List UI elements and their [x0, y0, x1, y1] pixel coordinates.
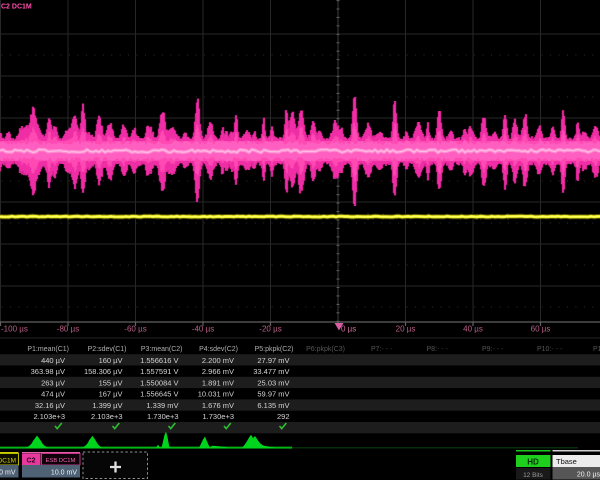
svg-text:P5:pkpk(C2): P5:pkpk(C2) — [255, 346, 294, 353]
svg-text:P10:- - -: P10:- - - — [537, 346, 563, 353]
svg-text:P8:- - -: P8:- - - — [427, 346, 449, 353]
svg-text:0 mV: 0 mV — [0, 470, 16, 477]
svg-text:1.556616 V: 1.556616 V — [140, 356, 178, 365]
svg-text:P9:- - -: P9:- - - — [482, 346, 504, 353]
svg-text:60 µs: 60 µs — [531, 325, 551, 334]
svg-text:-80 µs: -80 µs — [57, 325, 79, 334]
svg-text:474 µV: 474 µV — [41, 390, 65, 399]
svg-text:263 µV: 263 µV — [41, 378, 65, 387]
svg-text:P3:mean(C2): P3:mean(C2) — [141, 346, 183, 353]
svg-text:-60 µs: -60 µs — [124, 325, 146, 334]
svg-text:P6:pkpk(C3): P6:pkpk(C3) — [306, 346, 345, 353]
svg-text:2.200 mV: 2.200 mV — [202, 356, 234, 365]
svg-text:Tbase: Tbase — [556, 457, 577, 466]
svg-text:25.03 mV: 25.03 mV — [257, 378, 289, 387]
svg-text:33.477 mV: 33.477 mV — [253, 367, 289, 376]
svg-text:59.97 mV: 59.97 mV — [257, 390, 289, 399]
svg-text:10.0 mV: 10.0 mV — [51, 470, 77, 477]
svg-text:1.550084 V: 1.550084 V — [140, 378, 178, 387]
svg-text:2.103e+3: 2.103e+3 — [34, 412, 66, 421]
svg-text:-20 µs: -20 µs — [259, 325, 281, 334]
svg-text:1.730e+3: 1.730e+3 — [147, 412, 179, 421]
svg-text:440 µV: 440 µV — [41, 356, 65, 365]
svg-text:1.556645 V: 1.556645 V — [140, 390, 178, 399]
svg-text:2.103e+3: 2.103e+3 — [91, 412, 123, 421]
svg-text:-40 µs: -40 µs — [192, 325, 214, 334]
svg-text:1.676 mV: 1.676 mV — [202, 401, 234, 410]
svg-text:1.399 µV: 1.399 µV — [92, 401, 122, 410]
svg-text:158.306 µV: 158.306 µV — [84, 367, 123, 376]
svg-text:32.16 µV: 32.16 µV — [35, 401, 65, 410]
svg-text:1.557591 V: 1.557591 V — [140, 367, 178, 376]
svg-text:363.98 µV: 363.98 µV — [31, 367, 65, 376]
svg-text:0 µs: 0 µs — [341, 325, 356, 334]
svg-text:20 µs: 20 µs — [396, 325, 416, 334]
svg-text:155 µV: 155 µV — [99, 378, 123, 387]
svg-text:1.891 mV: 1.891 mV — [202, 378, 234, 387]
svg-text:P2:sdev(C1): P2:sdev(C1) — [88, 346, 127, 353]
svg-text:1.339 mV: 1.339 mV — [146, 401, 178, 410]
svg-text:27.97 mV: 27.97 mV — [257, 356, 289, 365]
svg-text:HD: HD — [527, 458, 539, 467]
svg-text:2.966 mV: 2.966 mV — [202, 367, 234, 376]
svg-text:P11- - -: P11- - - — [593, 346, 600, 353]
svg-text:1.730e+3: 1.730e+3 — [203, 412, 235, 421]
svg-text:DC1M: DC1M — [0, 458, 16, 465]
svg-text:ESB DC1M: ESB DC1M — [46, 458, 76, 464]
svg-text:C2: C2 — [27, 458, 36, 465]
svg-text:40 µs: 40 µs — [463, 325, 483, 334]
svg-text:C2 DC1M: C2 DC1M — [1, 4, 32, 11]
svg-text:P7:- - -: P7:- - - — [371, 346, 393, 353]
svg-text:6.135 mV: 6.135 mV — [257, 401, 289, 410]
svg-text:P1:mean(C1): P1:mean(C1) — [27, 346, 69, 353]
svg-text:12 Bits: 12 Bits — [523, 472, 544, 479]
svg-text:P4:sdev(C2): P4:sdev(C2) — [199, 346, 238, 353]
svg-text:20.0 µs: 20.0 µs — [577, 472, 600, 479]
svg-text:10.031 mV: 10.031 mV — [198, 390, 234, 399]
svg-text:167 µV: 167 µV — [99, 390, 123, 399]
svg-text:292: 292 — [277, 412, 290, 421]
svg-text:-100 µs: -100 µs — [1, 325, 28, 334]
svg-text:160 µV: 160 µV — [99, 356, 123, 365]
